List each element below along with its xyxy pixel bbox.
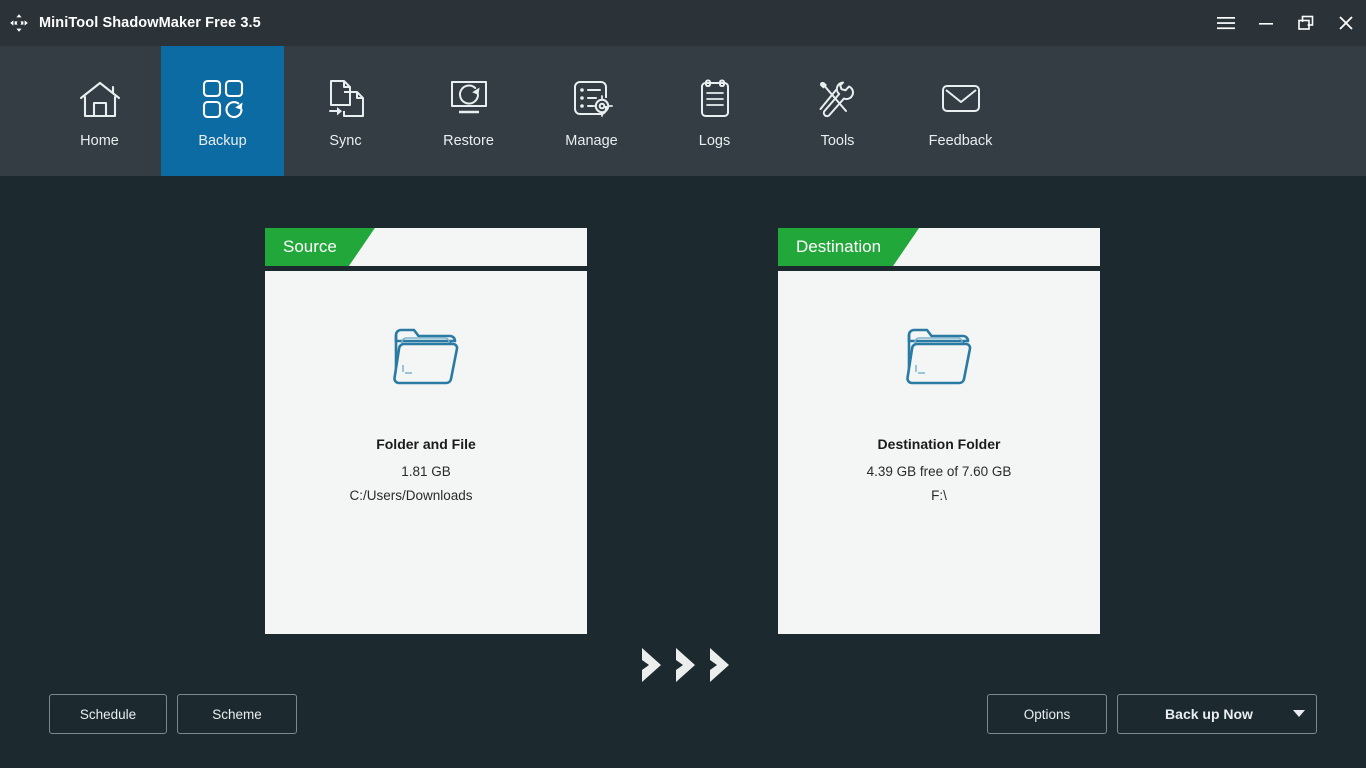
- source-panel[interactable]: Source Folder and File 1.81 GB C:/Users/…: [265, 228, 587, 634]
- destination-panel[interactable]: Destination Destination Folder 4.39 GB f…: [778, 228, 1100, 634]
- nav-label-tools: Tools: [820, 132, 855, 149]
- nav-label-manage: Manage: [565, 132, 618, 149]
- sync-files-icon: [324, 74, 368, 120]
- schedule-button[interactable]: Schedule: [49, 694, 167, 734]
- destination-panel-header: Destination: [778, 228, 1100, 266]
- options-button-label: Options: [1023, 706, 1071, 722]
- backup-content-area: Source Folder and File 1.81 GB C:/Users/…: [0, 176, 1366, 768]
- folder-icon: [387, 317, 465, 389]
- nav-item-tools[interactable]: Tools: [776, 46, 899, 176]
- window-controls: [1206, 0, 1366, 46]
- nav-item-backup[interactable]: Backup: [161, 46, 284, 176]
- app-title: MiniTool ShadowMaker Free 3.5: [39, 15, 261, 31]
- move-sync-icon: [8, 12, 30, 34]
- caret-down-icon[interactable]: [1282, 710, 1316, 718]
- nav-item-logs[interactable]: Logs: [653, 46, 776, 176]
- nav-item-home[interactable]: Home: [38, 46, 161, 176]
- menu-icon[interactable]: [1206, 0, 1246, 46]
- nav-item-sync[interactable]: Sync: [284, 46, 407, 176]
- backup-grid-icon: [201, 74, 245, 120]
- logs-clipboard-icon: [693, 74, 737, 120]
- destination-title: Destination Folder: [877, 436, 1001, 452]
- manage-list-gear-icon: [570, 74, 614, 120]
- restore-monitor-icon: [447, 74, 491, 120]
- folder-icon: [900, 317, 978, 389]
- back-up-now-label: Back up Now: [1165, 706, 1253, 722]
- schedule-button-label: Schedule: [79, 706, 137, 722]
- home-icon: [77, 74, 123, 120]
- restore-icon[interactable]: [1286, 0, 1326, 46]
- scheme-button[interactable]: Scheme: [177, 694, 297, 734]
- tools-wrench-screwdriver-icon: [816, 74, 860, 120]
- options-button[interactable]: Options: [987, 694, 1107, 734]
- nav-label-logs: Logs: [698, 132, 731, 149]
- destination-tab-label: Destination: [796, 237, 882, 256]
- destination-size: 4.39 GB free of 7.60 GB: [866, 464, 1012, 479]
- source-panel-body[interactable]: Folder and File 1.81 GB C:/Users/Downloa…: [265, 271, 587, 634]
- source-title: Folder and File: [376, 436, 476, 452]
- nav-label-sync: Sync: [329, 132, 362, 149]
- nav-item-restore[interactable]: Restore: [407, 46, 530, 176]
- destination-panel-body[interactable]: Destination Folder 4.39 GB free of 7.60 …: [778, 271, 1100, 634]
- main-navigation: Home Backup Sync Restore Manage Logs Too…: [0, 46, 1366, 176]
- destination-panel-divider: [778, 266, 1100, 271]
- back-up-now-button[interactable]: Back up Now: [1117, 694, 1317, 734]
- close-icon[interactable]: [1326, 0, 1366, 46]
- minimize-icon[interactable]: [1246, 0, 1286, 46]
- nav-label-home: Home: [80, 132, 119, 149]
- nav-label-feedback: Feedback: [928, 132, 993, 149]
- feedback-envelope-icon: [938, 74, 984, 120]
- nav-label-restore: Restore: [443, 132, 494, 149]
- nav-item-feedback[interactable]: Feedback: [899, 46, 1022, 176]
- nav-label-backup: Backup: [198, 132, 247, 149]
- source-path: C:/Users/Downloads: [349, 487, 473, 503]
- source-tab-label: Source: [283, 237, 337, 256]
- chevron-right-triple-icon: [637, 643, 735, 687]
- source-panel-header: Source: [265, 228, 587, 266]
- title-bar: MiniTool ShadowMaker Free 3.5: [0, 0, 1366, 46]
- nav-item-manage[interactable]: Manage: [530, 46, 653, 176]
- destination-path: F:\: [931, 487, 947, 503]
- scheme-button-label: Scheme: [212, 706, 262, 722]
- source-panel-divider: [265, 266, 587, 271]
- source-size: 1.81 GB: [401, 464, 451, 479]
